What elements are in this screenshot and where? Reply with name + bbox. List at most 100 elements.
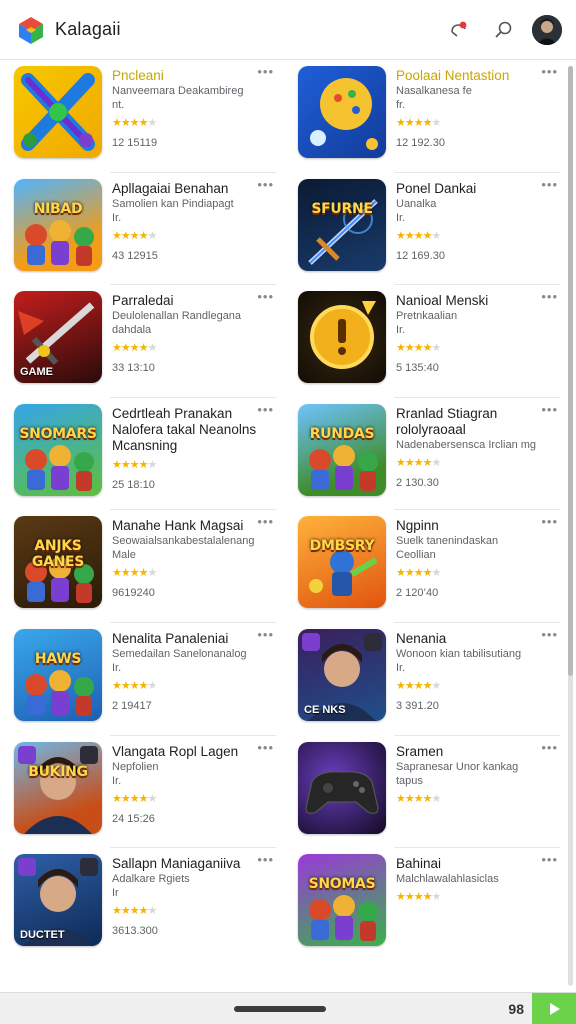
app-list-item[interactable]: DMBSRY Ngpinn Suelk tanenindaskan Ceollian ★…	[298, 510, 560, 623]
app-title[interactable]: Poolaai Nentastion	[396, 68, 546, 84]
star-icon: ★	[404, 117, 415, 129]
app-list-item[interactable]: ANJKS GANES Manahe Hank Magsai Seowaialsan…	[14, 510, 276, 623]
app-list-item[interactable]: DUCTET Sallapn Maniaganiiva Adalkare Rgiet…	[14, 848, 276, 961]
star-icon: ★	[431, 792, 442, 805]
app-logo-icon[interactable]	[16, 15, 46, 45]
star-rating: ★★★★★	[396, 456, 546, 469]
app-developer: Samolien kan Pindiapagt	[112, 197, 234, 210]
app-title[interactable]: Cedrtleah Pranakan Nalofera takal Neanol…	[112, 406, 262, 454]
more-options-icon[interactable]: •••	[257, 178, 274, 191]
app-title[interactable]: Sallapn Maniaganiiva	[112, 856, 262, 872]
more-options-icon[interactable]: •••	[541, 515, 558, 528]
star-icon: ★	[431, 567, 442, 580]
more-options-icon[interactable]: •••	[541, 628, 558, 641]
app-thumbnail[interactable]: SNOMARS	[14, 403, 102, 496]
app-title[interactable]: Ponel Dankai	[396, 181, 546, 197]
app-info: Manahe Hank Magsai Seowaialsankabestalale…	[112, 516, 262, 623]
app-thumbnail[interactable]: BUKING	[14, 741, 102, 834]
star-icon: ★	[129, 229, 140, 242]
app-meta: 25 18:10	[112, 478, 155, 491]
app-category: fr.	[396, 99, 406, 111]
more-options-icon[interactable]: •••	[257, 515, 274, 528]
app-thumbnail[interactable]: DMBSRY	[298, 516, 386, 609]
scrollbar[interactable]	[568, 66, 573, 986]
app-developer: Nanveemara Deakambireg	[112, 85, 244, 97]
app-list-item[interactable]: CE NKS Nenania Wonoon kian tabilisutiang Ir…	[298, 623, 560, 736]
app-meta: 2 130.30	[396, 476, 439, 489]
app-title[interactable]: Nenania	[396, 631, 546, 647]
app-title[interactable]: Vlangata Ropl Lagen	[112, 744, 262, 760]
star-icon: ★	[396, 342, 406, 355]
app-list-item[interactable]: NIBAD Apllagaiai Benahan Samolien kan Pind…	[14, 173, 276, 286]
app-thumbnail[interactable]	[298, 291, 386, 384]
more-options-icon[interactable]: •••	[257, 853, 274, 866]
app-info: Pncleani Nanveemara Deakambireg nt. ★★★★★ 12…	[112, 66, 262, 173]
app-list-item[interactable]: Poolaai Nentastion Nasalkanesa fe fr. ★★★★★…	[298, 60, 560, 173]
play-button[interactable]	[532, 993, 576, 1024]
more-options-icon[interactable]: •••	[541, 403, 558, 416]
more-options-icon[interactable]: •••	[541, 178, 558, 191]
app-list-item[interactable]: RUNDAS Rranlad Stiagran rololyraoaal Naden…	[298, 398, 560, 511]
app-list-item[interactable]: HAWS Nenalita Panaleniai Semedailan Sanelo…	[14, 623, 276, 736]
app-thumbnail[interactable]: SNOMAS	[298, 854, 386, 947]
star-icon: ★	[396, 891, 406, 904]
app-list-item[interactable]: SNOMARS Cedrtleah Pranakan Nalofera takal…	[14, 398, 276, 511]
home-indicator[interactable]	[234, 1006, 326, 1012]
app-info: Sallapn Maniaganiiva Adalkare Rgiets Ir ★★★…	[112, 854, 262, 961]
user-avatar-icon	[532, 14, 562, 45]
app-list-item[interactable]: SNOMAS Bahinai Malchlawalahlasiclas ★★★★★ ••…	[298, 848, 560, 961]
app-thumbnail[interactable]: RUNDAS	[298, 403, 386, 496]
app-thumbnail[interactable]	[14, 66, 102, 158]
more-options-icon[interactable]: •••	[257, 403, 274, 416]
app-list-item[interactable]: Nanioal Menski Pretnkaalian Ir. ★★★★★ 5 135:…	[298, 285, 560, 398]
app-title[interactable]: Apllagaiai Benahan	[112, 181, 262, 197]
app-thumbnail[interactable]: GAME	[14, 291, 102, 384]
app-title[interactable]: Parraledai	[112, 293, 262, 309]
more-options-icon[interactable]: •••	[257, 628, 274, 641]
thumbnail-banner-text: ANJKS GANES	[31, 538, 85, 571]
app-title[interactable]: Sramen	[396, 744, 546, 760]
app-thumbnail[interactable]: NIBAD	[14, 178, 102, 271]
more-options-icon[interactable]: •••	[541, 65, 558, 78]
star-icon: ★	[138, 567, 149, 580]
app-title[interactable]: Pncleani	[112, 68, 262, 84]
star-icon: ★	[120, 342, 131, 355]
app-title[interactable]: Nenalita Panaleniai	[112, 631, 262, 647]
star-icon: ★	[129, 342, 140, 355]
app-thumbnail[interactable]: HAWS	[14, 628, 102, 721]
star-icon: ★	[404, 456, 415, 469]
app-thumbnail[interactable]	[298, 66, 386, 158]
app-list-item[interactable]: Pncleani Nanveemara Deakambireg nt. ★★★★★ 12…	[14, 60, 276, 173]
more-options-icon[interactable]: •••	[257, 65, 274, 78]
app-thumbnail[interactable]	[298, 741, 386, 834]
star-icon: ★	[147, 458, 158, 471]
app-list-item[interactable]: SFURNE Ponel Dankai Uanalka Ir. ★★★★★ 12 169.…	[298, 173, 560, 286]
app-title[interactable]: Bahinai	[396, 856, 546, 872]
app-title[interactable]: Rranlad Stiagran rololyraoaal	[396, 406, 546, 438]
star-icon: ★	[396, 229, 406, 242]
app-title[interactable]: Manahe Hank Magsai	[112, 518, 262, 534]
app-list-item[interactable]: BUKING Vlangata Ropl Lagen Nepfolien Ir. ★★★…	[14, 736, 276, 849]
app-thumbnail[interactable]: CE NKS	[298, 628, 386, 721]
app-list: Pncleani Nanveemara Deakambireg nt. ★★★★★ 12…	[0, 60, 576, 992]
more-options-icon[interactable]: •••	[257, 741, 274, 754]
more-options-icon[interactable]: •••	[541, 853, 558, 866]
more-options-icon[interactable]: •••	[541, 741, 558, 754]
app-title[interactable]: Ngpinn	[396, 518, 546, 534]
app-category: Ir.	[112, 211, 122, 224]
more-options-icon[interactable]: •••	[257, 290, 274, 303]
app-list-item[interactable]: Sramen Sapranesar Unor kankag tapus ★★★★★ ••…	[298, 736, 560, 849]
app-thumbnail[interactable]: ANJKS GANES	[14, 516, 102, 609]
notification-button[interactable]	[442, 13, 476, 47]
app-list-item[interactable]: GAME Parraledai Deulolenallan Randlegana da…	[14, 285, 276, 398]
scrollbar-thumb[interactable]	[568, 66, 573, 676]
app-thumbnail[interactable]: DUCTET	[14, 854, 102, 947]
more-options-icon[interactable]: •••	[541, 290, 558, 303]
search-button[interactable]	[486, 13, 520, 47]
app-thumbnail[interactable]: SFURNE	[298, 178, 386, 271]
app-info: Nenania Wonoon kian tabilisutiang Ir. ★★★★★…	[396, 629, 546, 736]
avatar[interactable]	[532, 14, 562, 45]
app-category: Ir	[112, 887, 119, 900]
app-title[interactable]: Nanioal Menski	[396, 293, 546, 309]
star-icon: ★	[422, 342, 433, 355]
